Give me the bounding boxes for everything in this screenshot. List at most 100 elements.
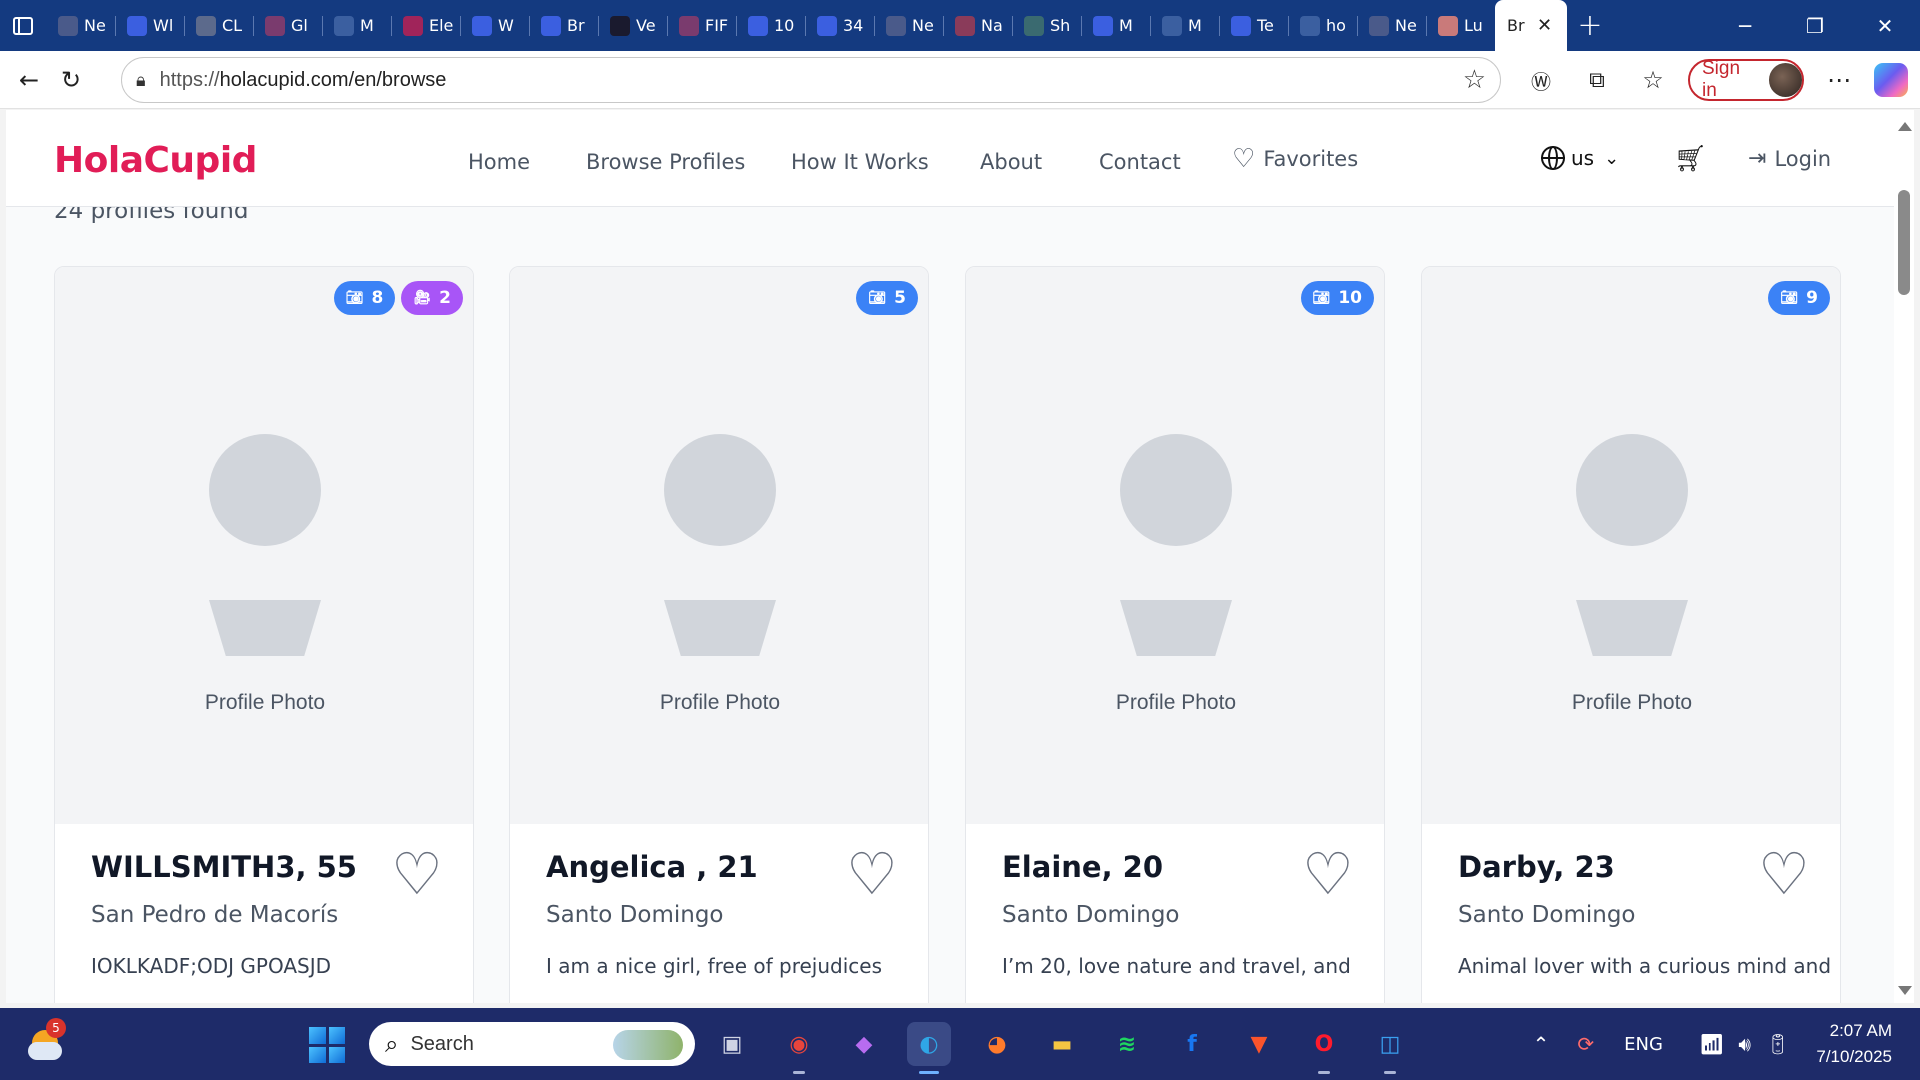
- system-tray: ⌃ ⟳ ENG 📶︎ 🔊︎ 🔋︎ 2:07 AM 7/10/2025: [1533, 1008, 1920, 1080]
- more-menu-icon[interactable]: ⋯: [1818, 59, 1860, 101]
- favorite-heart-icon[interactable]: ♡: [391, 845, 443, 903]
- sync-icon[interactable]: ⟳: [1577, 1032, 1594, 1056]
- browser-tab[interactable]: W: [460, 0, 529, 51]
- scrollbar-thumb[interactable]: [1898, 190, 1910, 295]
- chrome-icon[interactable]: ◉: [777, 1022, 821, 1074]
- restore-button[interactable]: ❐: [1780, 0, 1850, 51]
- extension-w-icon[interactable]: Ⓦ: [1520, 59, 1562, 101]
- profile-name[interactable]: Darby, 23: [1458, 850, 1808, 884]
- favorites-list-icon[interactable]: ☆: [1632, 59, 1674, 101]
- clock[interactable]: 2:07 AM 7/10/2025: [1816, 1018, 1892, 1070]
- profile-card[interactable]: 📷︎ 5 Profile Photo Angelica , 21 Santo Domin…: [509, 266, 929, 1003]
- favorite-heart-icon[interactable]: ♡: [1758, 845, 1810, 903]
- page-icon: [886, 15, 906, 36]
- taskbar-search[interactable]: ⌕ Search: [369, 1022, 695, 1066]
- browser-tab[interactable]: 10: [736, 0, 805, 51]
- site-logo[interactable]: HolaCupid: [54, 140, 257, 181]
- cart-icon[interactable]: 🛒︎: [1674, 144, 1707, 174]
- favorite-star-icon[interactable]: ☆: [1463, 65, 1486, 95]
- login-link[interactable]: ⇥ Login: [1748, 146, 1831, 171]
- profile-photo-placeholder[interactable]: 📷︎ 5 Profile Photo: [510, 267, 928, 824]
- nav-browse-profiles[interactable]: Browse Profiles: [586, 150, 745, 174]
- tab-title: 34: [843, 16, 864, 35]
- profile-photo-placeholder[interactable]: 📷︎ 10 Profile Photo: [966, 267, 1384, 824]
- browser-tab[interactable]: M: [1081, 0, 1150, 51]
- back-button[interactable]: ←: [8, 59, 50, 101]
- nav-home[interactable]: Home: [468, 150, 530, 174]
- profile-name[interactable]: Elaine, 20: [1002, 850, 1352, 884]
- profile-card[interactable]: 📷︎ 10 Profile Photo Elaine, 20 Santo Domingo…: [965, 266, 1385, 1003]
- reload-button[interactable]: ↻: [50, 59, 92, 101]
- browser-tab[interactable]: CL: [184, 0, 253, 51]
- profile-name[interactable]: WILLSMITH3, 55: [91, 850, 441, 884]
- profile-bio: IOKLKADF;ODJ GPOASJD: [91, 954, 332, 978]
- brave-icon[interactable]: ▼: [1237, 1022, 1281, 1066]
- minimize-button[interactable]: ─: [1710, 0, 1780, 51]
- sign-in-button[interactable]: Sign in: [1688, 58, 1804, 101]
- favorite-heart-icon[interactable]: ♡: [1302, 845, 1354, 903]
- firefox-icon[interactable]: ◕: [975, 1022, 1019, 1066]
- scroll-down-icon[interactable]: [1898, 986, 1912, 995]
- new-tab-button[interactable]: +: [1567, 0, 1613, 51]
- close-window-button[interactable]: ✕: [1850, 0, 1920, 51]
- copilot-icon[interactable]: ◆: [842, 1022, 886, 1066]
- browser-tab[interactable]: Ne: [1357, 0, 1426, 51]
- volume-icon[interactable]: 🔊︎: [1738, 1032, 1751, 1056]
- browser-tab[interactable]: Sh: [1012, 0, 1081, 51]
- butterfly-icon: [748, 15, 768, 36]
- nav-favorites[interactable]: ♡ Favorites: [1232, 146, 1358, 172]
- opera-icon[interactable]: O: [1302, 1022, 1346, 1074]
- tab-actions-button[interactable]: [0, 0, 46, 51]
- browser-tab[interactable]: M: [322, 0, 391, 51]
- profile-name[interactable]: Angelica , 21: [546, 850, 896, 884]
- browser-tab[interactable]: Te: [1219, 0, 1288, 51]
- profile-photo-placeholder[interactable]: 📷︎ 8 🎥︎ 2 Profile Photo: [55, 267, 473, 824]
- browser-tab[interactable]: Ne: [46, 0, 115, 51]
- nav-about[interactable]: About: [980, 150, 1042, 174]
- store-icon[interactable]: ◫: [1368, 1022, 1412, 1074]
- browser-tab[interactable]: ho: [1288, 0, 1357, 51]
- language-indicator[interactable]: ENG: [1624, 1034, 1663, 1055]
- chevron-up-icon[interactable]: ⌃: [1533, 1032, 1550, 1056]
- copilot-icon[interactable]: [1874, 63, 1908, 97]
- browser-tab[interactable]: Lu: [1426, 0, 1495, 51]
- extensions-puzzle-icon[interactable]: ⧉: [1576, 59, 1618, 101]
- edge-icon[interactable]: ◐: [907, 1022, 951, 1074]
- profile-card[interactable]: 📷︎ 9 Profile Photo Darby, 23 Santo Domingo An…: [1421, 266, 1841, 1003]
- wifi-icon[interactable]: 📶︎: [1699, 1032, 1724, 1056]
- search-placeholder: Search: [410, 1032, 474, 1055]
- battery-icon[interactable]: 🔋︎: [1765, 1032, 1790, 1056]
- weather-widget[interactable]: 5: [24, 1018, 68, 1066]
- profile-card[interactable]: 📷︎ 8 🎥︎ 2 Profile Photo WILLSMITH3, 55 San Ped…: [54, 266, 474, 1003]
- tab-title: 10: [774, 16, 795, 35]
- spotify-icon[interactable]: ≋: [1105, 1022, 1149, 1066]
- browser-tab[interactable]: 34: [805, 0, 874, 51]
- nav-contact[interactable]: Contact: [1099, 150, 1181, 174]
- favorite-heart-icon[interactable]: ♡: [846, 845, 898, 903]
- browser-tab[interactable]: Ne: [874, 0, 943, 51]
- start-button[interactable]: [309, 1027, 345, 1063]
- profile-photo-placeholder[interactable]: 📷︎ 9 Profile Photo: [1422, 267, 1840, 824]
- close-icon[interactable]: ✕: [1531, 15, 1559, 36]
- lock-icon[interactable]: 🔒︎: [136, 70, 146, 91]
- browser-tab[interactable]: Wl: [115, 0, 184, 51]
- tab-active[interactable]: Br ✕: [1495, 0, 1567, 51]
- browser-tab[interactable]: FIF: [667, 0, 736, 51]
- browser-tab[interactable]: M: [1150, 0, 1219, 51]
- url-text[interactable]: https://holacupid.com/en/browse: [160, 69, 447, 92]
- language-selector[interactable]: us ⌄: [1541, 146, 1619, 170]
- facebook-icon[interactable]: f: [1170, 1022, 1214, 1066]
- scroll-up-icon[interactable]: [1898, 122, 1912, 131]
- address-bar[interactable]: 🔒︎ https://holacupid.com/en/browse ☆: [121, 57, 1501, 103]
- task-view-icon[interactable]: ▣: [710, 1022, 754, 1066]
- file-explorer-icon[interactable]: ▬: [1040, 1022, 1084, 1066]
- clock-date: 7/10/2025: [1816, 1047, 1892, 1066]
- browser-tab[interactable]: Ve: [598, 0, 667, 51]
- browser-tab[interactable]: Ele: [391, 0, 460, 51]
- browser-tab[interactable]: Na: [943, 0, 1012, 51]
- page-scrollbar[interactable]: [1894, 110, 1914, 1003]
- tab-title: Wl: [153, 16, 174, 35]
- browser-tab[interactable]: Br: [529, 0, 598, 51]
- nav-how-it-works[interactable]: How It Works: [791, 150, 929, 174]
- browser-tab[interactable]: Gl: [253, 0, 322, 51]
